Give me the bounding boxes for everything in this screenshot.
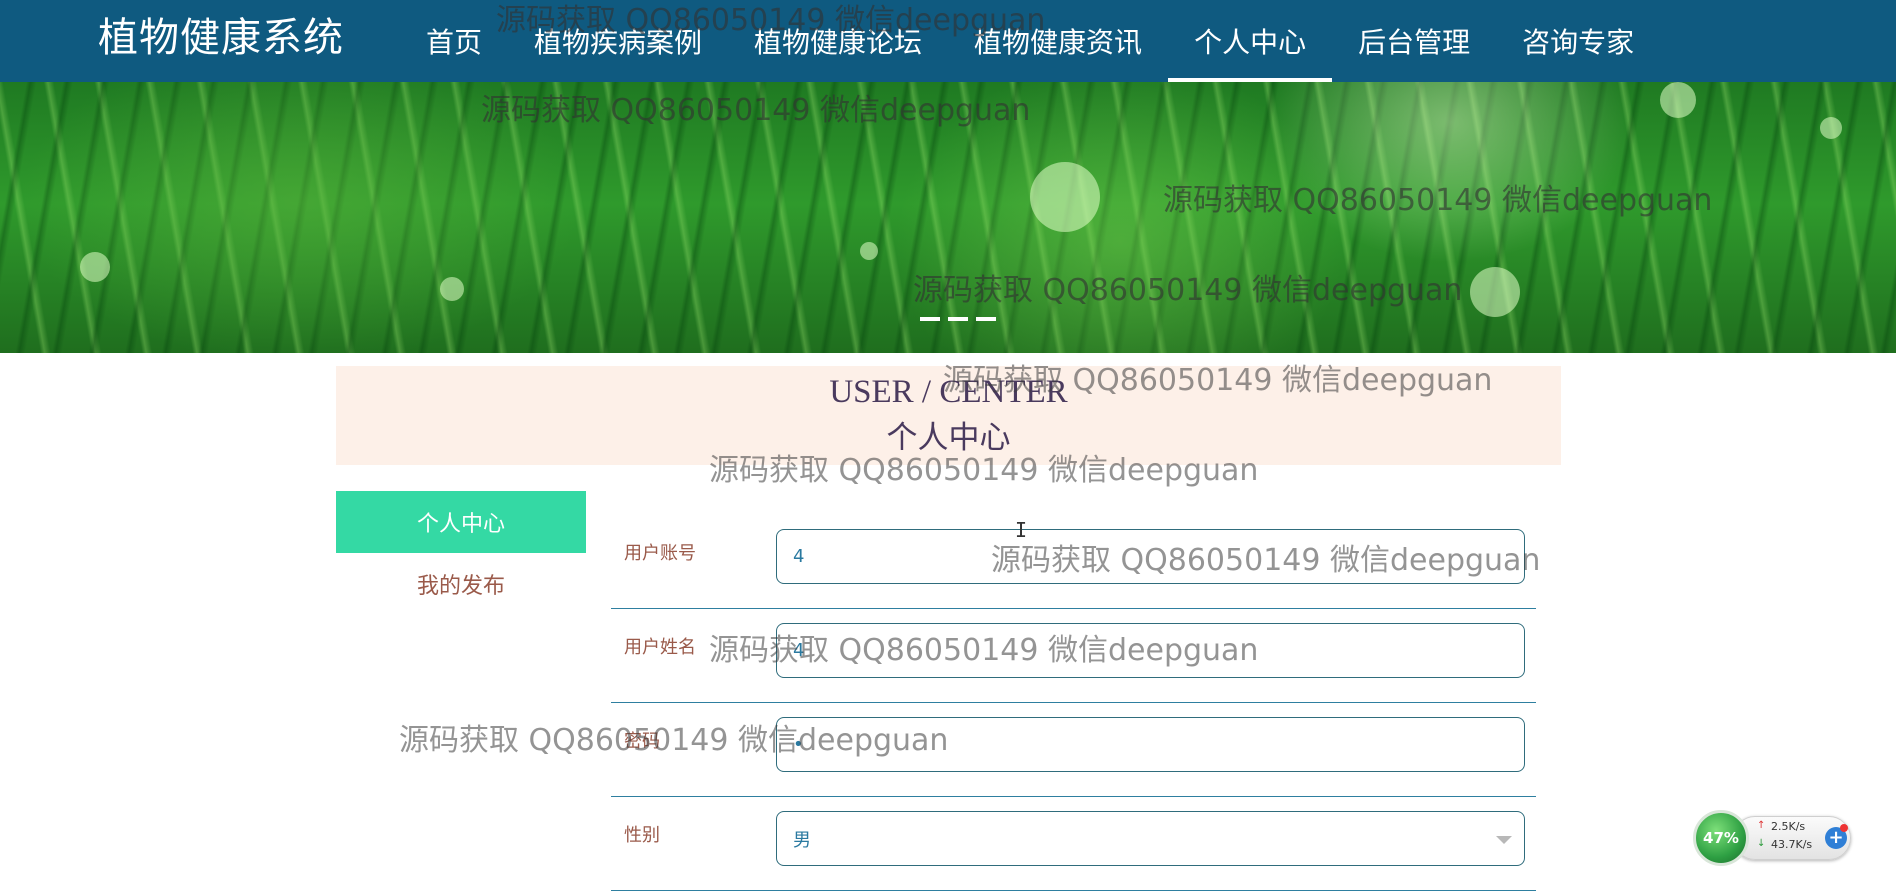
nav-item-user-center[interactable]: 个人中心 xyxy=(1168,0,1333,82)
memory-usage-ball[interactable]: 47% xyxy=(1693,810,1749,866)
side-item-my-posts[interactable]: 我的发布 xyxy=(336,553,586,615)
password-label: 密码 xyxy=(624,731,660,752)
text-cursor-icon: I xyxy=(1015,518,1028,542)
carousel-indicators xyxy=(920,317,996,321)
account-label: 用户账号 xyxy=(624,543,696,564)
main-nav: 首页 植物疾病案例 植物健康论坛 植物健康资讯 个人中心 后台管理 咨询专家 xyxy=(400,0,1660,82)
banner-bokeh xyxy=(1660,82,1696,118)
download-arrow-icon: ↓ xyxy=(1757,838,1766,849)
name-label: 用户姓名 xyxy=(624,637,696,658)
nav-item-disease-cases[interactable]: 植物疾病案例 xyxy=(508,0,728,82)
carousel-dot[interactable] xyxy=(948,317,968,321)
form-row-gender: 性别 男 xyxy=(611,797,1536,891)
side-menu: 个人中心 我的发布 xyxy=(336,491,586,615)
gender-selected-value: 男 xyxy=(793,829,811,851)
site-brand[interactable]: 植物健康系统 xyxy=(98,12,344,64)
password-input[interactable] xyxy=(776,717,1525,772)
form-row-name: 用户姓名 xyxy=(611,609,1536,703)
gender-label: 性别 xyxy=(624,825,660,846)
banner-bokeh xyxy=(1820,117,1842,139)
user-profile-form: 用户账号 用户姓名 密码 性别 男 xyxy=(611,515,1536,891)
page-title-cn: 个人中心 xyxy=(886,420,1011,456)
banner-bokeh xyxy=(860,242,878,260)
upload-speed: 2.5K/s xyxy=(1771,820,1806,833)
banner-bokeh xyxy=(440,277,464,301)
nav-item-consult-expert[interactable]: 咨询专家 xyxy=(1496,0,1660,82)
hero-banner-image xyxy=(0,82,1896,353)
network-speed-widget[interactable]: ↑ 2.5K/s ↓ 43.7K/s 47% + xyxy=(1693,810,1851,866)
gender-select[interactable]: 男 xyxy=(776,811,1525,866)
page-title-en: USER / CENTER xyxy=(829,374,1068,410)
side-item-user-center[interactable]: 个人中心 xyxy=(336,491,586,553)
chevron-down-icon xyxy=(1496,836,1512,844)
name-input[interactable] xyxy=(776,623,1525,678)
nav-item-home[interactable]: 首页 xyxy=(400,0,508,82)
upload-arrow-icon: ↑ xyxy=(1757,820,1766,831)
form-row-password: 密码 xyxy=(611,703,1536,797)
carousel-dot[interactable] xyxy=(920,317,940,321)
download-speed: 43.7K/s xyxy=(1771,838,1813,851)
account-input[interactable] xyxy=(776,529,1525,584)
top-navbar: 植物健康系统 首页 植物疾病案例 植物健康论坛 植物健康资讯 个人中心 后台管理… xyxy=(0,0,1896,82)
page-heading: USER / CENTER 个人中心 xyxy=(336,366,1561,465)
banner-bokeh xyxy=(80,252,110,282)
carousel-dot[interactable] xyxy=(976,317,996,321)
nav-item-admin[interactable]: 后台管理 xyxy=(1332,0,1496,82)
nav-item-forum[interactable]: 植物健康论坛 xyxy=(728,0,948,82)
notification-dot xyxy=(1840,824,1848,832)
form-row-account: 用户账号 xyxy=(611,515,1536,609)
banner-bokeh xyxy=(1470,267,1520,317)
nav-item-news[interactable]: 植物健康资讯 xyxy=(948,0,1168,82)
banner-bokeh xyxy=(1030,162,1100,232)
